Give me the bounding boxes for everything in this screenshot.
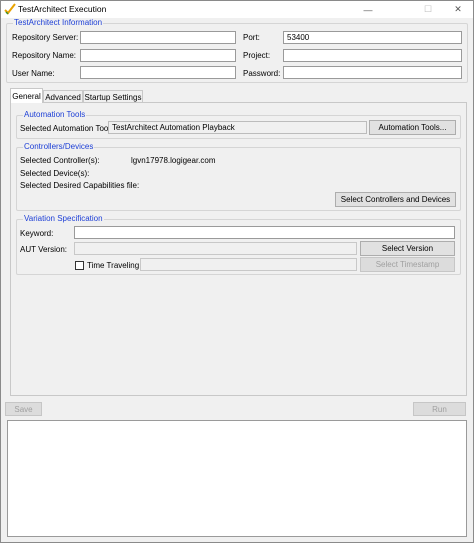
tab-general[interactable]: General (10, 88, 43, 103)
repository-name-label: Repository Name: (12, 51, 77, 60)
title-bar[interactable]: TestArchitect Execution — ☐ ✕ (1, 1, 473, 18)
window-title: TestArchitect Execution (18, 4, 107, 14)
tab-advanced-label: Advanced (45, 92, 81, 102)
tab-general-label: General (12, 91, 41, 101)
variation-specification-legend: Variation Specification (23, 214, 104, 224)
run-button[interactable]: Run (413, 402, 466, 416)
time-traveling-label: Time Traveling (87, 261, 140, 270)
selected-capabilities-label: Selected Desired Capabilities file: (20, 181, 140, 190)
time-traveling-checkbox[interactable] (75, 261, 84, 270)
aut-version-field (74, 242, 357, 255)
minimize-icon: — (363, 4, 373, 15)
execution-output-area[interactable] (7, 420, 467, 537)
selected-controllers-value: lgvn17978.logigear.com (131, 156, 216, 165)
automation-tools-legend: Automation Tools (23, 110, 87, 120)
selected-controllers-label: Selected Controller(s): (20, 156, 100, 165)
testarchitect-info-legend: TestArchitect Information (13, 18, 104, 28)
maximize-icon: ☐ (423, 4, 433, 14)
selected-devices-label: Selected Device(s): (20, 169, 90, 178)
timestamp-field (140, 258, 357, 271)
controllers-devices-legend: Controllers/Devices (23, 142, 95, 152)
selected-automation-tool-label: Selected Automation Tool: (20, 124, 113, 133)
automation-tools-button[interactable]: Automation Tools... (369, 120, 456, 135)
user-name-input[interactable] (80, 66, 236, 79)
keyword-label: Keyword: (20, 229, 54, 238)
user-name-label: User Name: (12, 69, 55, 78)
aut-version-label: AUT Version: (20, 245, 67, 254)
select-timestamp-button[interactable]: Select Timestamp (360, 257, 455, 272)
maximize-button[interactable]: ☐ (413, 1, 443, 18)
close-icon: ✕ (454, 4, 462, 14)
testarchitect-logo-icon (4, 3, 16, 15)
minimize-button[interactable]: — (353, 1, 383, 18)
select-version-button[interactable]: Select Version (360, 241, 455, 256)
tab-startup-settings-label: Startup Settings (84, 92, 142, 102)
project-input[interactable] (283, 49, 462, 62)
select-controllers-devices-button[interactable]: Select Controllers and Devices (335, 192, 456, 207)
close-button[interactable]: ✕ (443, 1, 473, 18)
port-label: Port: (243, 33, 260, 42)
password-label: Password: (243, 69, 281, 78)
project-label: Project: (243, 51, 271, 60)
repository-name-input[interactable] (80, 49, 236, 62)
keyword-input[interactable] (74, 226, 455, 239)
execution-window: TestArchitect Execution — ☐ ✕ TestArchit… (0, 0, 474, 543)
repository-server-label: Repository Server: (12, 33, 79, 42)
password-input[interactable] (283, 66, 462, 79)
selected-automation-tool-field: TestArchitect Automation Playback (108, 121, 367, 134)
repository-server-input[interactable] (80, 31, 236, 44)
save-button[interactable]: Save (5, 402, 42, 416)
port-input[interactable]: 53400 (283, 31, 462, 44)
